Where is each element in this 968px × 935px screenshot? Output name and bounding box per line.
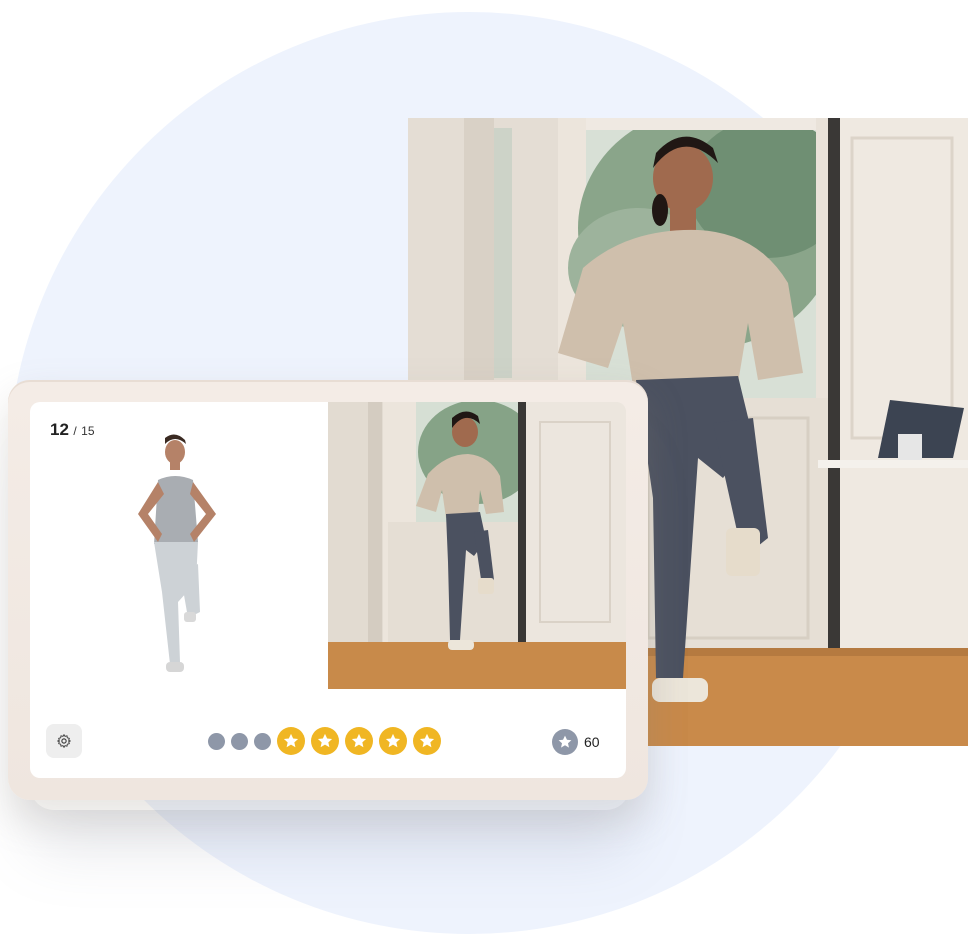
score-badge [552, 729, 578, 755]
settings-button[interactable] [46, 724, 82, 758]
score-value: 60 [584, 734, 600, 750]
star-icon [558, 735, 572, 748]
star-icon [385, 733, 401, 748]
star-badge [379, 727, 407, 755]
exercise-progress [208, 727, 441, 755]
star-icon [351, 733, 367, 748]
progress-dot [208, 732, 225, 750]
exercise-photo-small [328, 402, 626, 689]
star-icon [317, 733, 333, 748]
progress-dot [254, 732, 271, 750]
star-badge [413, 727, 441, 755]
gear-icon [57, 734, 71, 748]
model-figure [138, 434, 216, 672]
star-badge [277, 727, 305, 755]
star-badge [345, 727, 373, 755]
tablet-screen: 12 / 15 60 [30, 402, 626, 778]
star-badge [311, 727, 339, 755]
room-scene-small [328, 402, 626, 689]
score-display: 60 [552, 729, 600, 755]
progress-dot [231, 732, 248, 750]
star-icon [419, 733, 435, 748]
star-icon [283, 733, 299, 748]
